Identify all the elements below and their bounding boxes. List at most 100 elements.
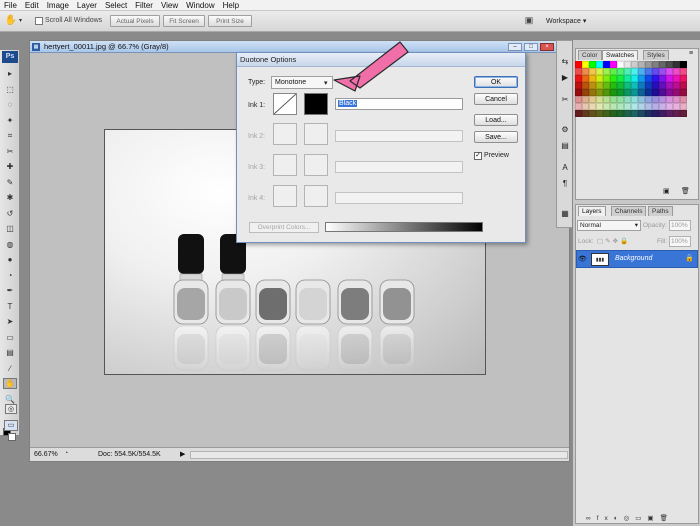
swatch-cell[interactable]	[680, 61, 687, 68]
swatch-cell[interactable]	[610, 82, 617, 89]
swatch-cell[interactable]	[589, 110, 596, 117]
zoom-level[interactable]: 66.67%	[34, 451, 58, 458]
swatch-cell[interactable]	[652, 96, 659, 103]
swatch-cell[interactable]	[631, 103, 638, 110]
swatch-cell[interactable]	[631, 75, 638, 82]
swatch-cell[interactable]	[659, 82, 666, 89]
eraser-icon[interactable]: ◫	[3, 223, 17, 234]
ink1-curve-box[interactable]	[273, 93, 297, 115]
status-icon[interactable]: ◔	[64, 450, 74, 459]
swatch-cell[interactable]	[652, 61, 659, 68]
swatch-cell[interactable]	[610, 96, 617, 103]
tab-channels[interactable]: Channels	[611, 206, 647, 216]
menu-filter[interactable]: Filter	[131, 1, 157, 10]
tab-styles[interactable]: Styles	[643, 50, 669, 60]
menu-select[interactable]: Select	[101, 1, 131, 10]
swatch-cell[interactable]	[582, 61, 589, 68]
swatch-cell[interactable]	[638, 61, 645, 68]
character-icon[interactable]: A	[559, 161, 571, 173]
marquee-icon[interactable]: ⬚	[3, 84, 17, 95]
paragraph-icon[interactable]: ¶	[559, 177, 571, 189]
healing-brush-icon[interactable]: ✚	[3, 161, 17, 172]
actions-icon[interactable]: ✂	[559, 93, 571, 105]
path-selection-icon[interactable]: ➤	[3, 316, 17, 327]
crop-icon[interactable]: ⌗	[3, 130, 17, 141]
swatch-cell[interactable]	[596, 61, 603, 68]
menu-layer[interactable]: Layer	[73, 1, 101, 10]
scroll-all-windows-checkbox[interactable]	[35, 17, 43, 25]
swatch-cell[interactable]	[652, 75, 659, 82]
swatch-cell[interactable]	[680, 75, 687, 82]
swatch-cell[interactable]	[673, 61, 680, 68]
swatch-cell[interactable]	[645, 61, 652, 68]
swatch-cell[interactable]	[652, 89, 659, 96]
swatch-cell[interactable]	[659, 61, 666, 68]
swatch-cell[interactable]	[631, 68, 638, 75]
swatch-cell[interactable]	[666, 96, 673, 103]
swatch-cell[interactable]	[610, 89, 617, 96]
workspace-menu[interactable]: Workspace ▾	[546, 17, 586, 25]
swatch-cell[interactable]	[575, 75, 582, 82]
swatch-cell[interactable]	[666, 89, 673, 96]
zoom-icon[interactable]: 🔍	[3, 394, 17, 405]
swatch-cell[interactable]	[673, 68, 680, 75]
swatch-cell[interactable]	[624, 96, 631, 103]
swatch-cell[interactable]	[659, 103, 666, 110]
load-button[interactable]: Load...	[474, 114, 518, 126]
swatch-cell[interactable]	[582, 68, 589, 75]
swatch-cell[interactable]	[652, 68, 659, 75]
swatch-cell[interactable]	[589, 103, 596, 110]
swatch-cell[interactable]	[582, 75, 589, 82]
swatch-cell[interactable]	[638, 89, 645, 96]
tab-paths[interactable]: Paths	[648, 206, 673, 216]
swatch-cell[interactable]	[638, 68, 645, 75]
clone-stamp-icon[interactable]: ✱	[3, 192, 17, 203]
navigator-icon[interactable]: ⇆	[559, 55, 571, 67]
ink1-color-box[interactable]	[304, 93, 328, 115]
swatch-cell[interactable]	[680, 110, 687, 117]
menu-help[interactable]: Help	[219, 1, 243, 10]
swatch-cell[interactable]	[631, 110, 638, 117]
swatch-cell[interactable]	[589, 68, 596, 75]
swatch-cell[interactable]	[624, 110, 631, 117]
swatch-cell[interactable]	[589, 89, 596, 96]
swatch-cell[interactable]	[659, 89, 666, 96]
swatch-cell[interactable]	[673, 75, 680, 82]
swatch-cell[interactable]	[575, 82, 582, 89]
swatch-cell[interactable]	[645, 82, 652, 89]
actual-pixels-button[interactable]: Actual Pixels	[110, 15, 160, 27]
swatch-cell[interactable]	[638, 103, 645, 110]
swatch-cell[interactable]	[603, 96, 610, 103]
history-brush-icon[interactable]: ↺	[3, 208, 17, 219]
swatch-cell[interactable]	[617, 110, 624, 117]
swatch-cell[interactable]	[666, 61, 673, 68]
panel-menu-icon[interactable]: ≡	[689, 50, 693, 57]
swatch-cell[interactable]	[673, 89, 680, 96]
swatch-cell[interactable]	[596, 110, 603, 117]
menu-file[interactable]: File	[0, 1, 21, 10]
swatch-cell[interactable]	[680, 96, 687, 103]
swatch-cell[interactable]	[624, 61, 631, 68]
fit-screen-button[interactable]: Fit Screen	[163, 15, 205, 27]
tab-layers[interactable]: Layers	[578, 206, 606, 216]
swatch-cell[interactable]	[589, 82, 596, 89]
swatch-cell[interactable]	[631, 89, 638, 96]
swatch-cell[interactable]	[652, 110, 659, 117]
status-menu-arrow-icon[interactable]: ▶	[180, 450, 185, 458]
ink1-name-field[interactable]: Black	[335, 98, 463, 110]
swatch-cell[interactable]	[666, 82, 673, 89]
swatch-cell[interactable]	[610, 103, 617, 110]
new-swatch-icon[interactable]: ▣	[663, 187, 670, 195]
swatch-cell[interactable]	[603, 89, 610, 96]
swatch-cell[interactable]	[603, 68, 610, 75]
tab-swatches[interactable]: Swatches	[602, 50, 639, 60]
swatch-cell[interactable]	[582, 103, 589, 110]
swatch-cell[interactable]	[575, 103, 582, 110]
swatch-cell[interactable]	[659, 68, 666, 75]
swatch-cell[interactable]	[575, 61, 582, 68]
swatch-cell[interactable]	[631, 96, 638, 103]
maximize-icon[interactable]: □	[524, 43, 538, 51]
swatch-cell[interactable]	[652, 82, 659, 89]
hand-tool-icon[interactable]: ✋	[4, 15, 18, 28]
type-icon[interactable]: T	[3, 301, 17, 312]
